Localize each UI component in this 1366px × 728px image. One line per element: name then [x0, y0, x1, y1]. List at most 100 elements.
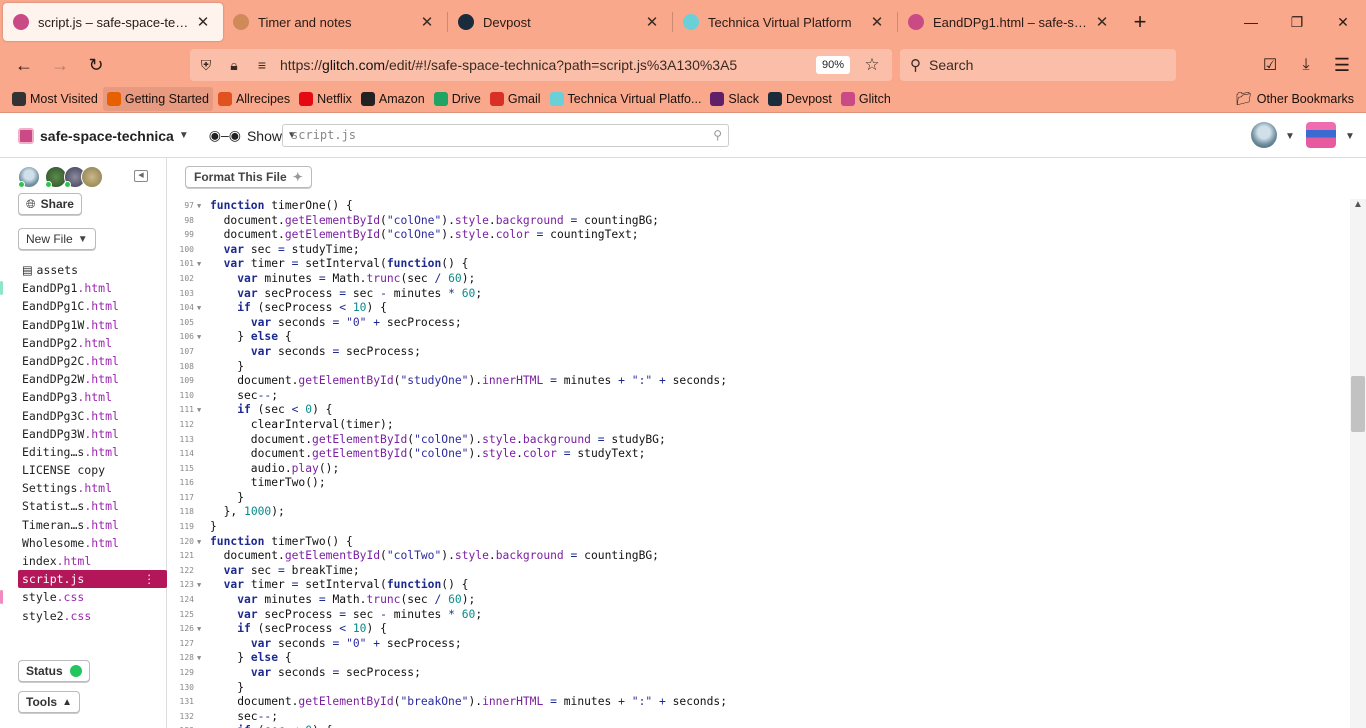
file-item[interactable]: Timeran…s.html [0, 516, 167, 534]
code-line[interactable]: 112 clearInterval(timer); [168, 418, 1348, 433]
code-line[interactable]: 119} [168, 520, 1348, 535]
code-line[interactable]: 97 ▼ function timerOne() { [168, 199, 1348, 214]
file-item[interactable]: script.js ⋮ [18, 570, 167, 589]
folder-item[interactable]: ▤ assets [0, 261, 167, 279]
code-line[interactable]: 115 audio.play(); [168, 462, 1348, 477]
downloads-icon[interactable]: ⤓ [1288, 49, 1324, 81]
url-bar[interactable]: ⛨ 🔒︎ ≡ https://glitch.com/edit/#!/safe-s… [190, 49, 892, 81]
code-text[interactable]: if (secProcess < 10) { [210, 622, 387, 637]
browser-tab[interactable]: Devpost ✕ [448, 3, 672, 41]
bookmark-item[interactable]: Most Visited [8, 87, 102, 111]
code-text[interactable]: } [210, 681, 244, 696]
code-line[interactable]: 131 document.getElementById("breakOne").… [168, 695, 1348, 710]
browser-tab[interactable]: EandDPg1.html – safe-space-technica✕ [898, 3, 1122, 41]
code-line[interactable]: 103 var secProcess = sec - minutes * 60; [168, 287, 1348, 302]
bookmark-item[interactable]: Netflix [295, 87, 356, 111]
code-text[interactable]: var secProcess = sec - minutes * 60; [210, 608, 482, 623]
fold-toggle-icon[interactable]: ▼ [197, 651, 201, 666]
code-line[interactable]: 128 ▼ } else { [168, 651, 1348, 666]
url-text[interactable]: https://glitch.com/edit/#!/safe-space-te… [280, 57, 816, 73]
fold-toggle-icon[interactable]: ▼ [197, 724, 201, 728]
share-button[interactable]: 🌐︎ Share [18, 193, 82, 215]
bookmark-item[interactable]: Slack [706, 87, 763, 111]
code-line[interactable]: 110 sec--; [168, 389, 1348, 404]
code-text[interactable]: if (sec < 0) { [210, 403, 332, 418]
code-line[interactable]: 99 document.getElementById("colOne").sty… [168, 228, 1348, 243]
code-text[interactable]: var sec = studyTime; [210, 243, 360, 258]
tab-close-icon[interactable]: ✕ [193, 13, 213, 31]
code-text[interactable]: var seconds = secProcess; [210, 345, 421, 360]
code-text[interactable]: sec--; [210, 710, 278, 725]
file-item[interactable]: Editing…s.html [0, 443, 167, 461]
code-text[interactable]: } [210, 360, 244, 375]
browser-tab[interactable]: Timer and notes ✕ [223, 3, 447, 41]
code-text[interactable]: if (sec < 0) { [210, 724, 332, 728]
bookmark-item[interactable]: Getting Started [102, 87, 213, 111]
tab-close-icon[interactable]: ✕ [867, 13, 887, 31]
code-text[interactable]: } else { [210, 651, 291, 666]
code-text[interactable]: var seconds = "0" + secProcess; [210, 637, 462, 652]
user-avatar[interactable] [1251, 122, 1277, 148]
code-text[interactable]: var minutes = Math.trunc(sec / 60); [210, 593, 475, 608]
code-line[interactable]: 118 }, 1000); [168, 505, 1348, 520]
file-item[interactable]: EandDPg1C.html [0, 297, 167, 315]
code-text[interactable]: function timerTwo() { [210, 535, 353, 550]
code-line[interactable]: 114 document.getElementById("colOne").st… [168, 447, 1348, 462]
tools-button[interactable]: Tools ▲ [18, 691, 81, 713]
file-item[interactable]: EandDPg3W.html [0, 425, 167, 443]
code-line[interactable]: 107 var seconds = secProcess; [168, 345, 1348, 360]
file-item[interactable]: Wholesome.html [0, 534, 167, 552]
fold-toggle-icon[interactable]: ▼ [197, 330, 201, 345]
zoom-level-badge[interactable]: 90% [815, 56, 850, 74]
web-search-box[interactable]: ⚲ Search [900, 49, 1176, 81]
code-text[interactable]: sec--; [210, 389, 278, 404]
scroll-up-icon[interactable]: ▲ [1350, 199, 1366, 213]
code-line[interactable]: 109 document.getElementById("studyOne").… [168, 374, 1348, 389]
code-text[interactable]: }, 1000); [210, 505, 285, 520]
permissions-icon[interactable]: ≡ [248, 57, 276, 73]
code-line[interactable]: 125 var secProcess = sec - minutes * 60; [168, 608, 1348, 623]
project-menu[interactable]: safe-space-technica ▼ [18, 127, 189, 144]
file-options-icon[interactable]: ⋮ [144, 570, 156, 588]
bookmark-item[interactable]: Technica Virtual Platfo... [546, 87, 706, 111]
code-text[interactable]: document.getElementById("colTwo").style.… [210, 549, 659, 564]
code-text[interactable]: document.getElementById("colOne").style.… [210, 433, 666, 448]
glitch-logo-icon[interactable] [1306, 122, 1336, 148]
code-text[interactable]: if (secProcess < 10) { [210, 301, 387, 316]
file-item[interactable]: style2.css [0, 607, 167, 625]
code-line[interactable]: 98 document.getElementById("colOne").sty… [168, 214, 1348, 229]
code-line[interactable]: 121 document.getElementById("colTwo").st… [168, 549, 1348, 564]
chevron-down-icon[interactable]: ▼ [1345, 131, 1355, 142]
code-text[interactable]: document.getElementById("breakOne").inne… [210, 695, 727, 710]
new-file-button[interactable]: New File ▼ [18, 228, 96, 250]
window-close-icon[interactable]: ✕ [1320, 0, 1366, 44]
code-text[interactable]: } [210, 520, 217, 535]
code-text[interactable]: var secProcess = sec - minutes * 60; [210, 287, 482, 302]
code-line[interactable]: 113 document.getElementById("colOne").st… [168, 433, 1348, 448]
code-line[interactable]: 106 ▼ } else { [168, 330, 1348, 345]
chevron-down-icon[interactable]: ▼ [1285, 131, 1295, 142]
fold-toggle-icon[interactable]: ▼ [197, 301, 201, 316]
lock-icon[interactable]: 🔒︎ [220, 57, 248, 74]
tab-close-icon[interactable]: ✕ [642, 13, 662, 31]
browser-tab[interactable]: Technica Virtual Platform ✕ [673, 3, 897, 41]
file-item[interactable]: index.html [0, 552, 167, 570]
code-line[interactable]: 132 sec--; [168, 710, 1348, 725]
fold-toggle-icon[interactable]: ▼ [197, 257, 201, 272]
code-editor[interactable]: Format This File ✦ 97 ▼ function timerOne(… [168, 158, 1366, 728]
bookmark-star-icon[interactable]: ☆ [858, 55, 886, 75]
other-bookmarks[interactable]: 📁︎ Other Bookmarks [1235, 86, 1354, 112]
hamburger-menu-icon[interactable]: ☰ [1324, 49, 1360, 81]
fold-toggle-icon[interactable]: ▼ [197, 622, 201, 637]
collapse-sidebar-icon[interactable]: ◀ [134, 170, 148, 182]
code-line[interactable]: 116 timerTwo(); [168, 476, 1348, 491]
tab-close-icon[interactable]: ✕ [417, 13, 437, 31]
bookmark-item[interactable]: Amazon [357, 87, 429, 111]
file-item[interactable]: LICENSE copy [0, 461, 167, 479]
code-text[interactable]: } else { [210, 330, 291, 345]
code-text[interactable]: var sec = breakTime; [210, 564, 360, 579]
code-line[interactable]: 122 var sec = breakTime; [168, 564, 1348, 579]
code-line[interactable]: 127 var seconds = "0" + secProcess; [168, 637, 1348, 652]
code-text[interactable]: var timer = setInterval(function() { [210, 257, 469, 272]
editor-scrollbar[interactable]: ▲ [1350, 199, 1366, 728]
